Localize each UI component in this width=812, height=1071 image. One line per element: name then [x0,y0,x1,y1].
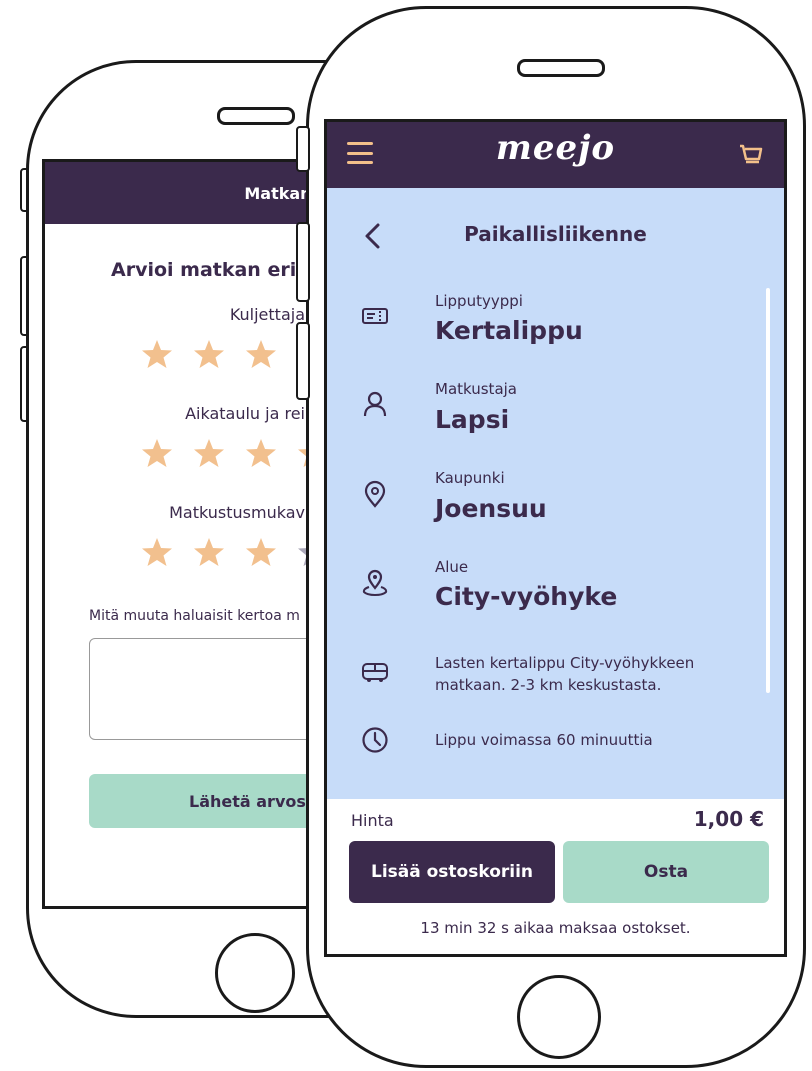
app-header: meejo [327,122,784,188]
star-filled-icon[interactable] [141,536,173,568]
price-label: Hinta [351,811,394,830]
payment-timer: 13 min 32 s aikaa maksaa ostokset. [420,919,691,937]
ticket-validity: Lippu voimassa 60 minuuttia [435,731,653,749]
add-to-cart-button[interactable]: Lisää ostoskoriin [349,841,555,903]
ticket-type-value[interactable]: Kertalippu [435,316,583,345]
passenger-value[interactable]: Lapsi [435,405,509,434]
page-title: Paikallisliikenne [464,222,647,246]
cart-icon[interactable] [738,142,764,168]
city-value[interactable]: Joensuu [435,494,547,523]
bus-icon [362,663,388,682]
zone-value[interactable]: City-vyöhyke [435,582,617,611]
scrollbar[interactable] [766,288,770,693]
star-filled-icon[interactable] [193,437,225,469]
star-filled-icon[interactable] [141,437,173,469]
buy-button[interactable]: Osta [563,841,769,903]
back-phone-speaker [217,107,295,125]
zone-label: Alue [435,558,469,576]
ticket-type-label: Lipputyyppi [435,292,523,310]
front-phone: meejo Paikallisliikenne Lipputyyppi Kert… [306,6,806,1068]
price-value: 1,00 € [693,807,764,831]
ticket-description-line2: matkaan. 2-3 km keskustasta. [435,676,662,694]
meejo-logo: meejo [495,128,616,168]
city-label: Kaupunki [435,469,505,487]
front-phone-volume-up [296,222,310,302]
ticket-icon [362,308,388,324]
front-phone-home-button [517,975,601,1059]
ticket-description: Lasten kertalippu City-vyöhykkeen matkaa… [435,652,694,696]
location-pin-icon [364,480,386,508]
front-phone-volume-down [296,322,310,400]
ticket-details: Paikallisliikenne Lipputyyppi Kertalippu… [327,188,784,799]
star-filled-icon[interactable] [193,338,225,370]
star-filled-icon[interactable] [193,536,225,568]
front-phone-silent-switch [296,126,310,172]
back-phone-home-button [215,933,295,1013]
purchase-footer: Hinta 1,00 € Lisää ostoskoriin Osta 13 m… [327,799,784,954]
front-phone-speaker [517,59,605,77]
passenger-label: Matkustaja [435,380,517,398]
star-filled-icon[interactable] [245,536,277,568]
star-filled-icon[interactable] [245,437,277,469]
star-filled-icon[interactable] [245,338,277,370]
star-filled-icon[interactable] [141,338,173,370]
clock-icon [362,727,388,753]
rating-label-comfort: Matkustusmukav [169,503,305,522]
map-pin-icon [362,569,388,596]
user-icon [363,391,387,417]
ticket-screen: meejo Paikallisliikenne Lipputyyppi Kert… [324,119,787,957]
rating-label-driver: Kuljettaja [229,305,305,324]
rating-label-schedule: Aikataulu ja rei [185,404,305,423]
ticket-description-line1: Lasten kertalippu City-vyöhykkeen [435,654,695,672]
